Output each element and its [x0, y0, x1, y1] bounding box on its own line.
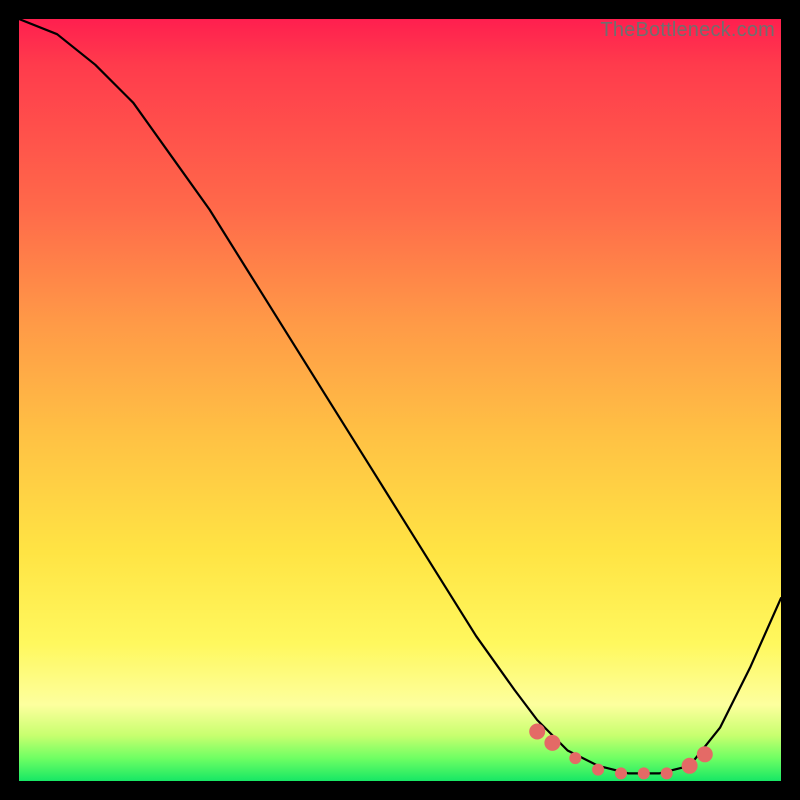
marker-dot [544, 735, 560, 751]
marker-dot [661, 767, 673, 779]
marker-dot [697, 746, 713, 762]
chart-frame: TheBottleneck.com [0, 0, 800, 800]
marker-dot [638, 767, 650, 779]
plot-area: TheBottleneck.com [19, 19, 781, 781]
marker-dot [615, 767, 627, 779]
curve-svg [19, 19, 781, 781]
marker-group [529, 724, 713, 780]
marker-dot [592, 764, 604, 776]
marker-dot [569, 752, 581, 764]
bottleneck-curve [19, 19, 781, 773]
marker-dot [682, 758, 698, 774]
marker-dot [529, 724, 545, 740]
